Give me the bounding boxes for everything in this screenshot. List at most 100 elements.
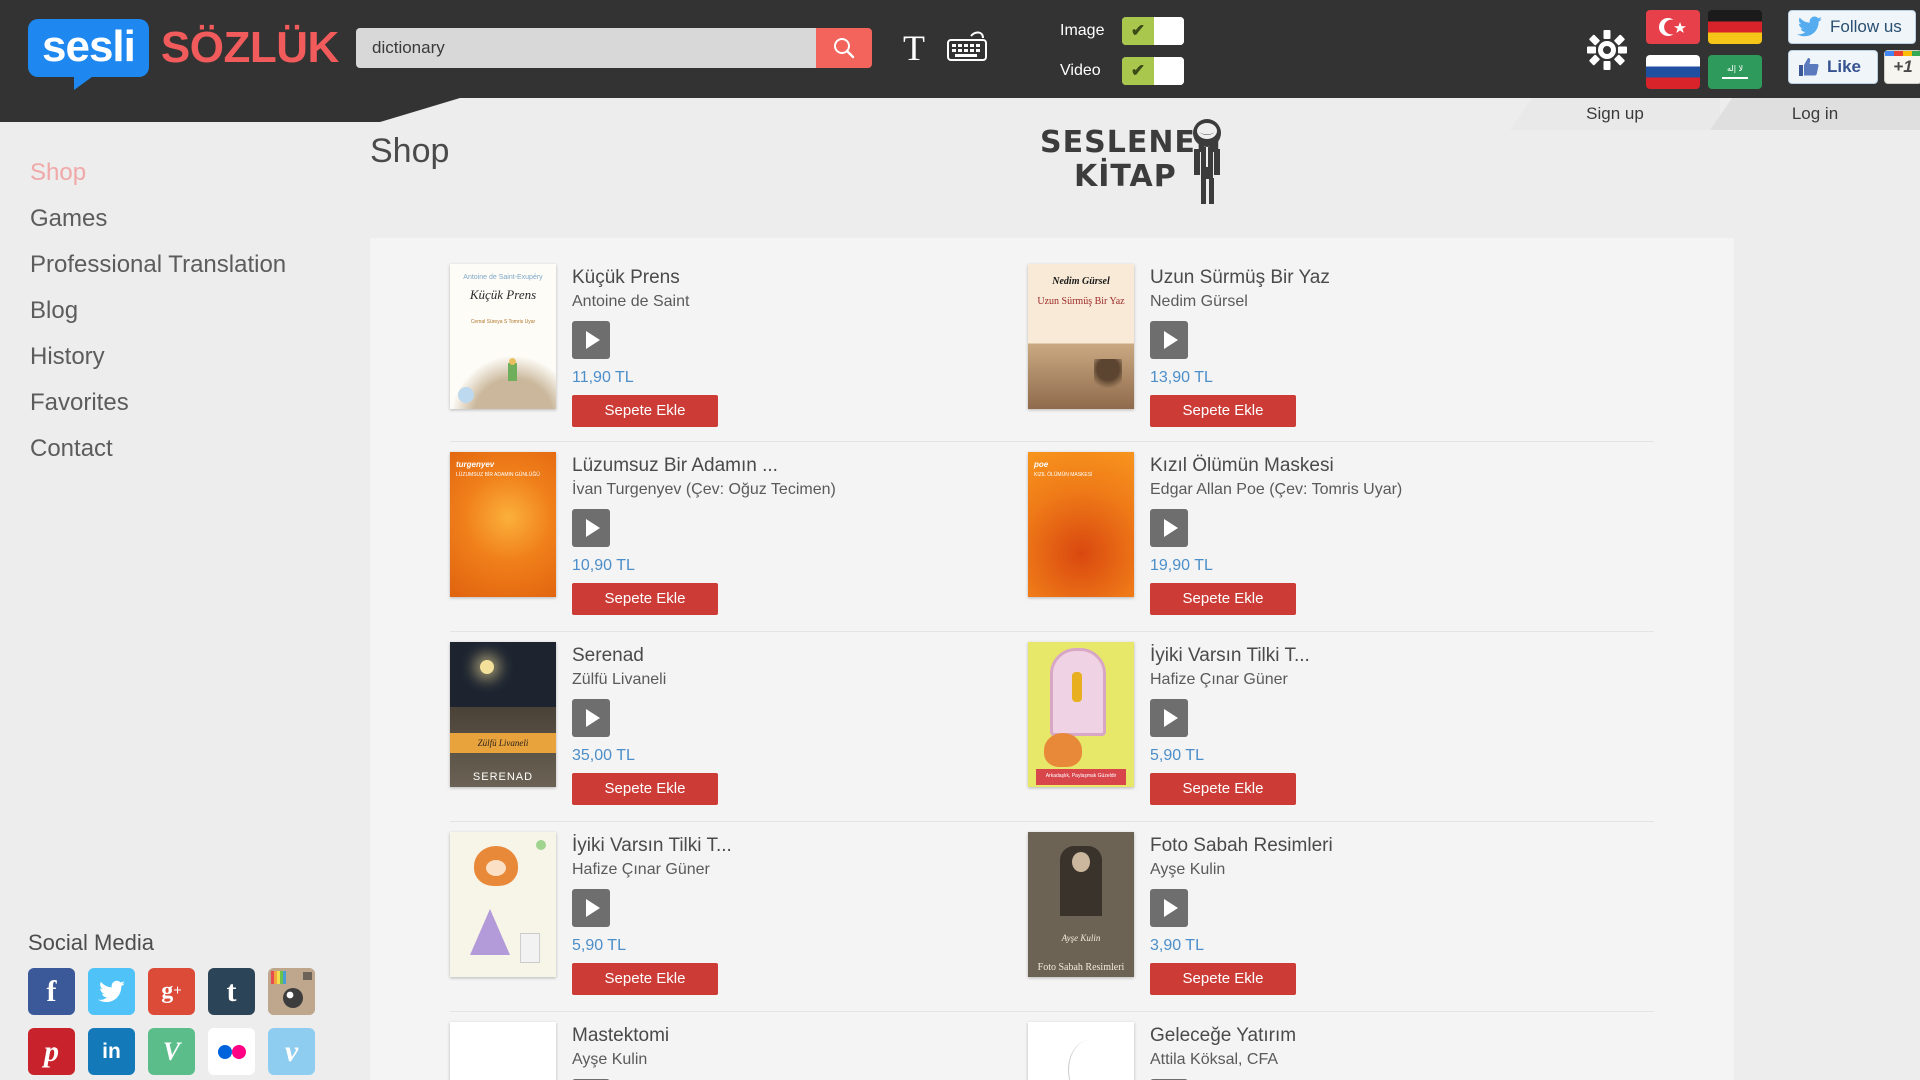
book-cover[interactable]: Antoine de Saint-Exupéry Küçük Prens Cem…: [450, 264, 556, 409]
flag-germany[interactable]: [1708, 10, 1763, 44]
book-cover[interactable]: poe KIZIL ÖLÜMÜN MASKESİ: [1028, 452, 1134, 597]
book-info: Mastektomi Ayşe Kulin: [556, 1022, 669, 1080]
sidebar-item-blog[interactable]: Blog: [0, 288, 370, 334]
book-author: Attila Köksal, CFA: [1150, 1050, 1279, 1068]
book-cover[interactable]: [450, 1022, 556, 1080]
flag-saudi-arabia[interactable]: لا إله: [1708, 55, 1763, 89]
pinterest-icon[interactable]: p: [28, 1028, 75, 1075]
flag-russia[interactable]: [1646, 55, 1700, 89]
play-sample-button[interactable]: [1150, 320, 1188, 359]
book-cover[interactable]: attila köksal, cfa: [1028, 1022, 1134, 1080]
book-card: attila köksal, cfa Geleceğe Yatırım Atti…: [1028, 1012, 1606, 1080]
book-cover[interactable]: Zülfü Livaneli SERENAD: [450, 642, 556, 787]
google-plus-one-button[interactable]: +1: [1884, 50, 1920, 84]
sidebar-item-games[interactable]: Games: [0, 196, 370, 242]
book-title[interactable]: Foto Sabah Resimleri: [1150, 834, 1333, 859]
twitter-icon[interactable]: [88, 968, 135, 1015]
auth-bar: Sign up Log in: [1510, 98, 1920, 130]
book-price: 13,90 TL: [1150, 368, 1213, 386]
linkedin-icon[interactable]: in: [88, 1028, 135, 1075]
book-title[interactable]: Serenad: [572, 644, 718, 669]
flag-turkey[interactable]: [1646, 10, 1700, 44]
sign-up-button[interactable]: Sign up: [1510, 98, 1720, 130]
add-to-cart-button[interactable]: Sepete Ekle: [1150, 772, 1296, 805]
cover-mid-text: Foto Sabah Resimleri: [1037, 962, 1125, 973]
book-title[interactable]: Lüzumsuz Bir Adamın ...: [572, 454, 836, 479]
book-info: Uzun Sürmüş Bir Yaz Nedim Gürsel 13,90 T…: [1134, 264, 1330, 441]
sidebar-item-shop[interactable]: Shop: [0, 150, 370, 196]
book-cover[interactable]: Nedim Gürsel Uzun Sürmüş Bir Yaz: [1028, 264, 1134, 409]
book-card: Arkadaşlık, Paylaşmak Güzeldir İyiki Var…: [1028, 632, 1606, 821]
cover-top-text: Ayşe Kulin: [1061, 933, 1101, 943]
twitter-follow-button[interactable]: Follow us: [1788, 10, 1916, 44]
play-sample-button[interactable]: [1150, 888, 1188, 927]
play-sample-button[interactable]: [572, 320, 610, 359]
book-author: Ayşe Kulin: [572, 1050, 648, 1068]
google-plus-one-label: +1: [1893, 57, 1913, 76]
play-sample-button[interactable]: [572, 508, 610, 547]
book-card: Ayşe Kulin Foto Sabah Resimleri Foto Sab…: [1028, 822, 1606, 1011]
sidebar-item-professional-translation[interactable]: Professional Translation: [0, 242, 370, 288]
keyboard-icon[interactable]: [944, 28, 990, 68]
site-logo[interactable]: sesli SÖZLÜK: [28, 14, 339, 90]
search-button[interactable]: [816, 28, 872, 68]
add-to-cart-button[interactable]: Sepete Ekle: [1150, 582, 1296, 615]
vimeo-icon[interactable]: v: [268, 1028, 315, 1075]
book-title[interactable]: Mastektomi: [572, 1024, 669, 1049]
search-bar[interactable]: [356, 28, 872, 68]
add-to-cart-button[interactable]: Sepete Ekle: [1150, 394, 1296, 427]
flickr-icon[interactable]: [208, 1028, 255, 1075]
image-toggle[interactable]: ✔: [1122, 17, 1184, 45]
book-author: Hafize Çınar Güner: [572, 860, 710, 878]
book-title[interactable]: Uzun Sürmüş Bir Yaz: [1150, 266, 1330, 291]
sidebar-nav: Shop Games Professional Translation Blog…: [0, 150, 370, 472]
book-cover[interactable]: Ayşe Kulin Foto Sabah Resimleri: [1028, 832, 1134, 977]
book-info: Küçük Prens Antoine de Saint 11,90 TL Se…: [556, 264, 718, 441]
book-title[interactable]: Geleceğe Yatırım: [1150, 1024, 1296, 1049]
search-input[interactable]: [356, 28, 816, 68]
book-row: Antoine de Saint-Exupéry Küçük Prens Cem…: [450, 238, 1654, 442]
book-title[interactable]: Kızıl Ölümün Maskesi: [1150, 454, 1402, 479]
book-row: Mastektomi Ayşe Kulin attila köksal, cfa…: [450, 1012, 1654, 1080]
toggle-row-video: Video ✔: [1060, 54, 1184, 88]
book-title[interactable]: Küçük Prens: [572, 266, 718, 291]
text-input-icon[interactable]: T: [900, 28, 928, 68]
play-sample-button[interactable]: [572, 888, 610, 927]
play-sample-button[interactable]: [572, 698, 610, 737]
add-to-cart-button[interactable]: Sepete Ekle: [572, 772, 718, 805]
add-to-cart-button[interactable]: Sepete Ekle: [1150, 962, 1296, 995]
book-title[interactable]: İyiki Varsın Tilki T...: [1150, 644, 1310, 669]
twitter-follow-label: Follow us: [1830, 17, 1902, 36]
book-price: 19,90 TL: [1150, 556, 1213, 574]
cover-top-text: Antoine de Saint-Exupéry: [463, 274, 543, 281]
facebook-like-button[interactable]: Like: [1788, 50, 1878, 84]
google-plus-icon[interactable]: g +: [148, 968, 195, 1015]
sidebar-item-history[interactable]: History: [0, 334, 370, 380]
add-to-cart-button[interactable]: Sepete Ekle: [572, 582, 718, 615]
vine-icon[interactable]: V: [148, 1028, 195, 1075]
facebook-like-label: Like: [1827, 57, 1862, 76]
sidebar-item-contact[interactable]: Contact: [0, 426, 370, 472]
twitter-bird-icon: [1797, 16, 1822, 37]
logo-badge: sesli: [28, 19, 149, 90]
add-to-cart-button[interactable]: Sepete Ekle: [572, 962, 718, 995]
sidebar-item-favorites[interactable]: Favorites: [0, 380, 370, 426]
book-cover[interactable]: Arkadaşlık, Paylaşmak Güzeldir: [1028, 642, 1134, 787]
facebook-icon[interactable]: f: [28, 968, 75, 1015]
book-cover[interactable]: [450, 832, 556, 977]
tumblr-icon[interactable]: t: [208, 968, 255, 1015]
header-social-buttons: Follow us Like +1: [1788, 10, 1920, 90]
cover-sub-text: SERENAD: [472, 771, 534, 783]
book-author: Hafize Çınar Güner: [1150, 670, 1288, 688]
book-title[interactable]: İyiki Varsın Tilki T...: [572, 834, 732, 859]
play-sample-button[interactable]: [1150, 698, 1188, 737]
video-toggle[interactable]: ✔: [1122, 57, 1184, 85]
book-cover[interactable]: turgenyev LÜZUMSUZ BİR ADAMIN GÜNLÜĞÜ: [450, 452, 556, 597]
book-price: 11,90 TL: [572, 368, 634, 386]
log-in-button[interactable]: Log in: [1710, 98, 1920, 130]
add-to-cart-button[interactable]: Sepete Ekle: [572, 394, 718, 427]
play-sample-button[interactable]: [1150, 508, 1188, 547]
instagram-icon[interactable]: [268, 968, 315, 1015]
gear-icon[interactable]: [1585, 28, 1629, 72]
cover-mid-text: Küçük Prens: [469, 287, 537, 302]
